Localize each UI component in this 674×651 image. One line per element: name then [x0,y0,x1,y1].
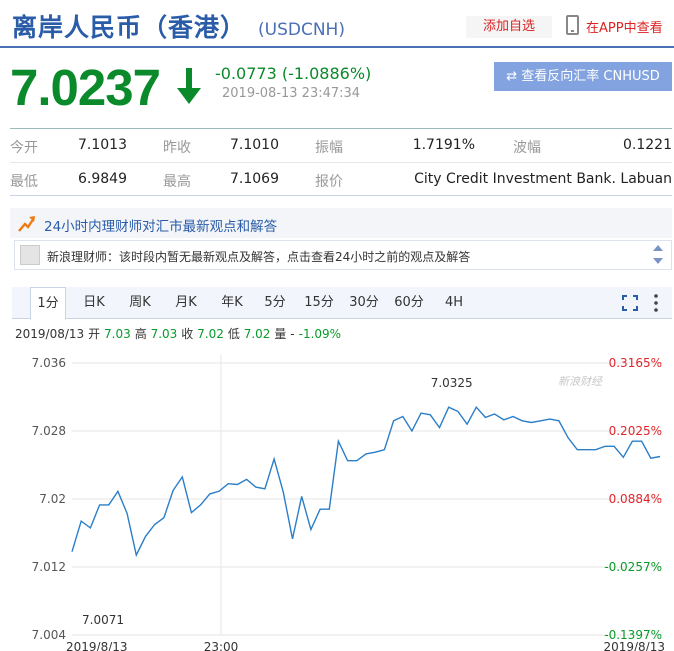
pct-tick-label: -0.0257% [604,560,662,574]
ohlc-high-label: 高 [134,327,147,341]
max-price-label: 7.0325 [431,376,473,390]
tab-15min[interactable]: 15分 [301,287,337,319]
stat-value-high: 7.1069 [230,171,279,187]
stats-table: 今开 7.1013 昨收 7.1010 振幅 1.7191% 波幅 0.1221… [10,128,672,196]
stat-label-range: 波幅 [513,140,541,156]
symbol-code: (USDCNH) [258,20,345,40]
current-price: 7.0237 [10,59,161,116]
chart-grid [72,355,662,636]
price-line-series [71,405,661,558]
stat-value-low: 6.9849 [78,171,127,187]
y-tick-label: 7.02 [39,492,66,506]
stat-value-quote-source: City Credit Investment Bank. Labuan [414,171,672,187]
page-title: 离岸人民币（香港） [12,13,247,42]
price-chart[interactable]: 7.036 7.028 7.02 7.012 7.004 0.3165% 0.2025% 0… [0,345,674,651]
ohlc-date: 2019/08/13 [15,327,85,341]
stat-value-range: 0.1221 [623,137,672,153]
avatar [20,245,40,265]
ohlc-close: 7.02 [197,327,224,341]
tab-30min[interactable]: 30分 [346,287,382,319]
stats-row: 今开 7.1013 昨收 7.1010 振幅 1.7191% 波幅 0.1221 [10,129,672,163]
tab-daily[interactable]: 日K [76,287,112,319]
ohlc-high: 7.03 [150,327,178,341]
period-tabs: 1分 日K 周K 月K 年K 5分 15分 30分 60分 4H [12,287,672,320]
stat-label-amplitude: 振幅 [315,140,343,156]
tab-monthly[interactable]: 月K [168,287,204,319]
x-tick-label: 2019/8/13 [603,640,665,651]
x-tick-label: 23:00 [204,640,239,651]
advisor-header: 24小时内理财师对汇市最新观点和解答 [10,208,672,238]
chart-pct-labels: 0.3165%0.2025%0.0884%-0.0257%-0.1397% [604,356,662,642]
trend-up-icon [18,216,35,232]
stat-label-open: 今开 [10,140,38,156]
tab-1min[interactable]: 1分 [30,287,66,320]
ohlc-low: 7.02 [243,327,271,341]
down-arrow-icon [177,68,201,104]
tab-4h[interactable]: 4H [436,287,472,319]
tab-60min[interactable]: 60分 [391,287,427,319]
advisor-message[interactable]: 新浪理财师：该时段内暂无最新观点及解答，点击查看24小时之前的观点及解答 [14,240,672,270]
tab-5min[interactable]: 5分 [258,287,292,319]
reverse-rate-button[interactable]: ⇄ 查看反向汇率 CNHUSD [494,62,672,91]
quote-time: 2019-08-13 23:47:34 [222,86,361,101]
stat-value-open: 7.1013 [78,137,127,153]
stat-label-prev-close: 昨收 [163,140,191,156]
min-price-label: 7.0071 [82,613,124,627]
chart-y-labels: 7.036 7.028 7.02 7.012 7.004 [32,356,66,642]
ohlc-close-label: 收 [181,327,194,341]
stats-row: 最低 6.9849 最高 7.1069 报价 City Credit Inves… [10,163,672,197]
phone-icon [566,15,579,35]
price-points [71,407,661,556]
stat-label-high: 最高 [163,174,191,190]
stat-value-prev-close: 7.1010 [230,137,279,153]
chart-watermark: 新浪财经 [558,375,603,388]
pct-tick-label: 0.2025% [609,424,662,438]
x-tick-label: 2019/8/13 [66,640,128,651]
pct-tick-label: 0.3165% [609,356,662,370]
page-header: 离岸人民币（香港） (USDCNH) 添加自选 在APP中查看 [0,0,674,48]
advisor-title[interactable]: 24小时内理财师对汇市最新观点和解答 [44,215,277,235]
ohlc-open-label: 开 [88,327,101,341]
ohlc-summary: 2019/08/13 开 7.03 高 7.03 收 7.02 低 7.02 量 - -1.… [15,325,341,342]
more-options-icon[interactable] [654,293,658,313]
add-favorite-button[interactable]: 添加自选 [466,16,552,38]
y-tick-label: 7.036 [32,356,66,370]
ohlc-low-label: 低 [227,327,240,341]
tab-yearly[interactable]: 年K [214,287,250,319]
stat-label-quote: 报价 [315,174,343,190]
scroll-up-icon[interactable] [653,245,663,251]
stat-label-low: 最低 [10,174,38,190]
ohlc-volume-label: 量 [274,327,287,341]
pct-tick-label: 0.0884% [609,492,662,506]
advisor-text[interactable]: 新浪理财师：该时段内暂无最新观点及解答，点击查看24小时之前的观点及解答 [47,248,470,265]
y-tick-label: 7.004 [32,628,66,642]
open-in-app-link[interactable]: 在APP中查看 [586,17,663,36]
y-tick-label: 7.012 [32,560,66,574]
ohlc-change-pct: -1.09% [298,327,342,341]
stat-value-amplitude: 1.7191% [412,137,475,153]
chart-x-labels: 2019/8/13 23:00 2019/8/13 [66,640,665,651]
price-change: -0.0773 (-1.0886%) [215,64,372,83]
fullscreen-icon[interactable] [622,295,638,311]
ohlc-volume: - [290,327,295,341]
tab-weekly[interactable]: 周K [122,287,158,319]
y-tick-label: 7.028 [32,424,66,438]
scroll-down-icon[interactable] [653,258,663,264]
ohlc-open: 7.03 [104,327,131,341]
